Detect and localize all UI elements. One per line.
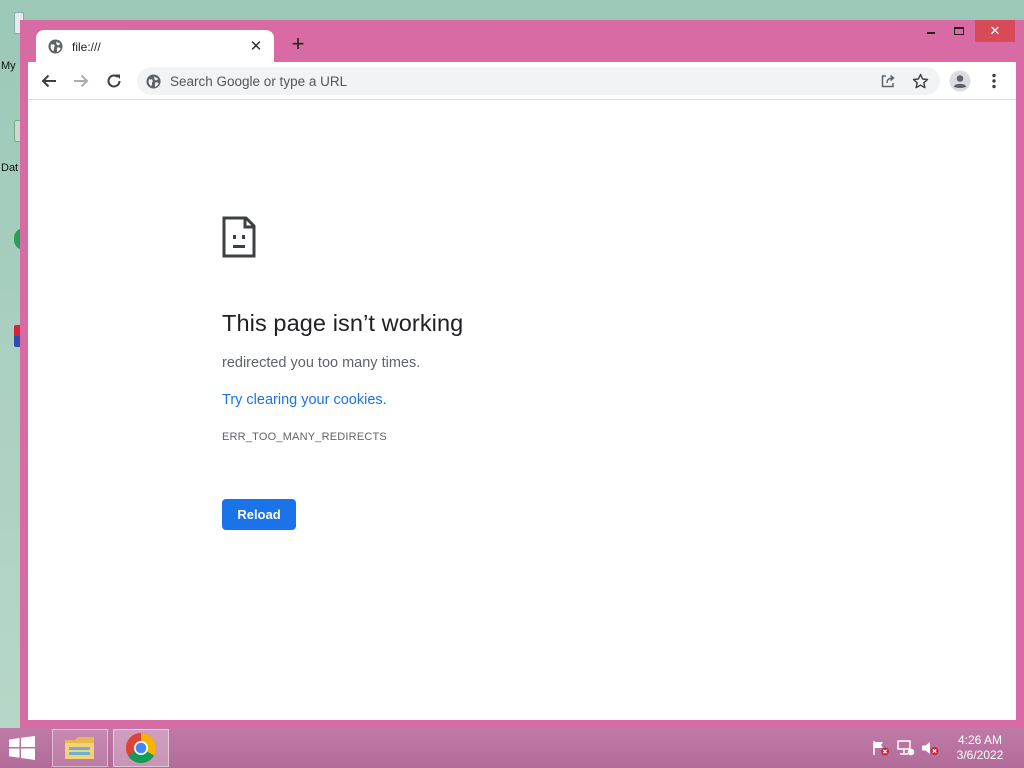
taskbar-chrome[interactable] <box>113 729 169 767</box>
folder-icon <box>65 737 94 759</box>
title-bar[interactable]: file:/// ✕ + ✕ <box>20 20 1024 63</box>
error-title: This page isn’t working <box>222 310 464 336</box>
minimize-icon <box>927 32 935 34</box>
address-bar[interactable] <box>137 67 940 95</box>
tab-close-button[interactable]: ✕ <box>248 38 264 55</box>
clock-date: 3/6/2022 <box>956 748 1004 762</box>
back-button[interactable] <box>37 69 61 93</box>
new-tab-button[interactable]: + <box>288 33 308 55</box>
chrome-logo-icon <box>125 733 157 764</box>
url-input[interactable] <box>170 73 876 89</box>
star-icon <box>912 73 928 88</box>
share-button[interactable] <box>876 69 900 93</box>
action-center-button[interactable] <box>872 740 890 756</box>
forward-button[interactable] <box>69 69 93 93</box>
page-content: This page isn’t working redirected you t… <box>28 100 1016 720</box>
taskbar-file-explorer[interactable] <box>52 729 108 767</box>
arrow-left-icon <box>41 74 56 88</box>
minimize-button[interactable] <box>918 20 944 42</box>
start-button[interactable] <box>6 734 38 762</box>
maximize-button[interactable] <box>946 20 972 42</box>
flag-icon <box>873 741 889 756</box>
system-clock[interactable]: 4:26 AM 3/6/2022 <box>948 733 1012 763</box>
profile-button[interactable] <box>948 69 972 93</box>
browser-window: file:/// ✕ + ✕ Search Google or type a U… <box>20 20 1024 728</box>
window-close-button[interactable]: ✕ <box>975 20 1015 42</box>
globe-icon <box>48 39 63 54</box>
volume-button[interactable] <box>921 740 939 756</box>
error-description: redirected you too many times. <box>222 355 421 371</box>
error-code: ERR_TOO_MANY_REDIRECTS <box>222 431 387 443</box>
network-status-button[interactable] <box>897 740 915 756</box>
clear-cookies-link[interactable]: Try clearing your cookies. <box>222 392 387 408</box>
volume-muted-icon <box>922 742 939 755</box>
desktop-icon-label: My <box>1 60 16 72</box>
clock-time: 4:26 AM <box>957 733 1003 747</box>
tab-active[interactable]: file:/// ✕ <box>36 30 274 63</box>
reload-page-button[interactable] <box>102 69 126 93</box>
sad-document-icon <box>222 216 256 258</box>
error-panel: This page isn’t working redirected you t… <box>222 216 822 530</box>
taskbar: 4:26 AM 3/6/2022 <box>0 728 1024 768</box>
network-icon <box>897 740 915 756</box>
arrow-right-icon <box>74 74 89 88</box>
avatar-icon <box>949 70 971 92</box>
browser-toolbar <box>28 62 1016 100</box>
reload-button[interactable]: Reload <box>222 499 296 530</box>
share-icon <box>881 74 895 88</box>
globe-icon <box>146 73 161 89</box>
kebab-menu-icon <box>992 73 996 89</box>
windows-logo-icon <box>9 736 35 760</box>
refresh-icon <box>107 74 121 88</box>
desktop-icon-label: Dat <box>1 162 19 174</box>
tab-title: file:/// <box>72 39 101 54</box>
bookmark-button[interactable] <box>908 69 932 93</box>
maximize-icon <box>954 27 964 35</box>
browser-menu-button[interactable] <box>982 69 1006 93</box>
